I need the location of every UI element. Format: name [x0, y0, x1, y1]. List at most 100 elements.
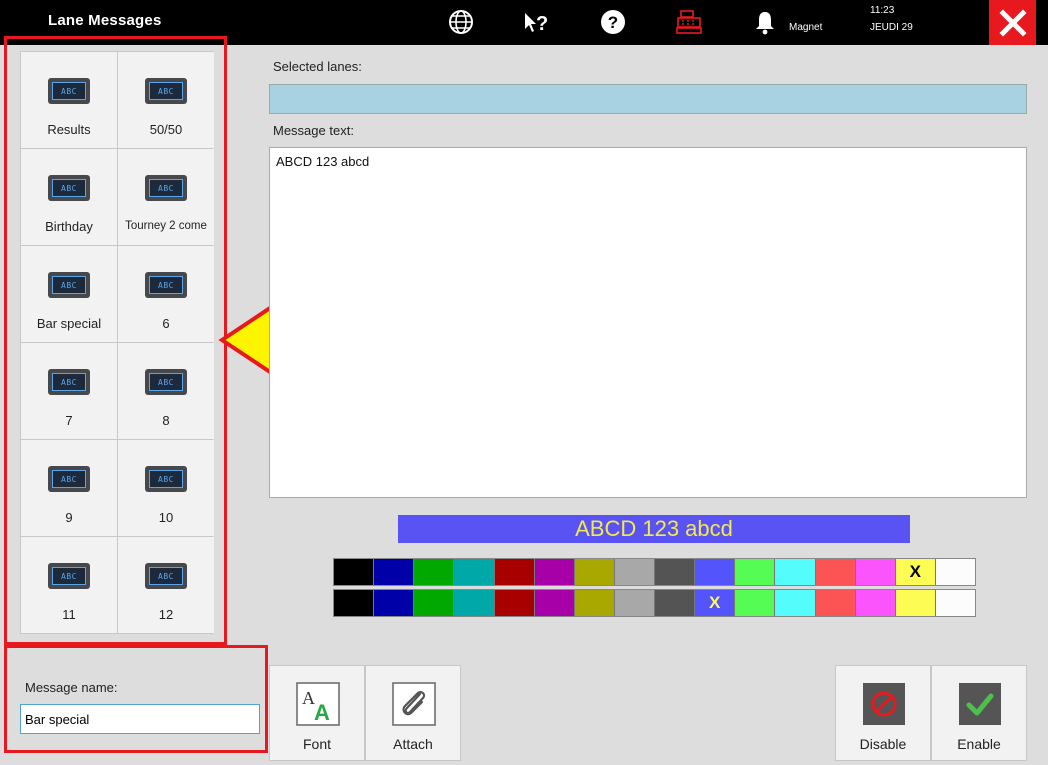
abc-screen-text: ABC	[149, 567, 183, 585]
foreground-color-swatch[interactable]	[574, 559, 615, 585]
background-color-swatch[interactable]	[855, 590, 896, 616]
message-text-label-text: Message text:	[273, 123, 354, 138]
foreground-color-swatch[interactable]	[534, 559, 575, 585]
close-button[interactable]	[989, 0, 1036, 45]
foreground-color-swatch[interactable]	[855, 559, 896, 585]
abc-screen-icon: ABC	[48, 369, 90, 395]
clock-date: JEUDI 29	[870, 22, 913, 33]
help-icon[interactable]: ?	[599, 8, 627, 36]
foreground-color-swatch[interactable]	[735, 559, 776, 585]
top-bar: Lane Messages ? ? Magnet 11:23 JEUDI 29	[0, 0, 1048, 45]
message-name-input[interactable]	[20, 704, 260, 734]
abc-screen-text: ABC	[52, 276, 86, 294]
message-tile-label: 7	[65, 413, 73, 428]
close-icon	[998, 8, 1027, 37]
background-color-swatch[interactable]	[935, 590, 975, 616]
background-color-swatch[interactable]	[374, 590, 415, 616]
bell-icon[interactable]	[751, 8, 779, 36]
background-color-swatch[interactable]	[334, 590, 375, 616]
background-color-swatch[interactable]	[735, 590, 776, 616]
foreground-color-swatch[interactable]	[815, 559, 856, 585]
message-name-label: Message name:	[25, 680, 118, 695]
foreground-color-swatch[interactable]	[334, 559, 375, 585]
background-color-swatch[interactable]	[815, 590, 856, 616]
message-text-input[interactable]: ABCD 123 abcd	[269, 147, 1027, 498]
message-tile[interactable]: ABC 6	[118, 246, 214, 342]
enable-button[interactable]: Enable	[931, 665, 1027, 761]
foreground-color-swatch[interactable]	[695, 559, 736, 585]
foreground-color-swatch[interactable]	[655, 559, 696, 585]
background-color-swatch[interactable]	[895, 590, 936, 616]
message-tile-label: Results	[47, 122, 91, 137]
message-tile-label: 8	[162, 413, 170, 428]
attach-button-label: Attach	[393, 736, 433, 752]
help-query-icon[interactable]: ?	[522, 8, 550, 36]
message-tile[interactable]: ABC Results	[21, 52, 117, 148]
foreground-color-swatch[interactable]: X	[895, 559, 936, 585]
font-button[interactable]: A A Font	[269, 665, 365, 761]
foreground-color-swatch[interactable]	[414, 559, 455, 585]
abc-screen-icon: ABC	[145, 466, 187, 492]
background-color-swatch[interactable]	[574, 590, 615, 616]
message-tile-label: 10	[158, 510, 174, 525]
background-color-swatch[interactable]	[414, 590, 455, 616]
background-color-swatch[interactable]	[775, 590, 816, 616]
abc-screen-text: ABC	[149, 82, 183, 100]
message-tile[interactable]: ABC Bar special	[21, 246, 117, 342]
message-tile[interactable]: ABC 50/50	[118, 52, 214, 148]
message-tile-label: 6	[162, 316, 170, 331]
message-tile[interactable]: ABC 10	[118, 440, 214, 536]
message-tile-label: 9	[65, 510, 73, 525]
selected-color-marker: X	[909, 562, 921, 581]
background-color-swatch[interactable]	[494, 590, 535, 616]
background-color-swatch[interactable]	[614, 590, 655, 616]
disable-button[interactable]: Disable	[835, 665, 931, 761]
svg-text:A: A	[314, 700, 330, 725]
message-tile[interactable]: ABC 9	[21, 440, 117, 536]
selected-lanes-field[interactable]	[269, 84, 1027, 114]
abc-screen-icon: ABC	[48, 272, 90, 298]
foreground-color-swatch[interactable]	[374, 559, 415, 585]
abc-screen-icon: ABC	[48, 563, 90, 589]
message-tile-label: Tourney 2 come	[125, 220, 207, 232]
abc-screen-text: ABC	[149, 373, 183, 391]
message-tile[interactable]: ABC Tourney 2 come	[118, 149, 214, 245]
foreground-color-swatch[interactable]	[614, 559, 655, 585]
foreground-color-swatch[interactable]	[494, 559, 535, 585]
abc-screen-icon: ABC	[145, 272, 187, 298]
background-color-swatch[interactable]	[534, 590, 575, 616]
background-color-swatch[interactable]	[454, 590, 495, 616]
message-tile-label: Birthday	[45, 219, 93, 234]
message-tile[interactable]: ABC 8	[118, 343, 214, 439]
abc-screen-icon: ABC	[48, 78, 90, 104]
paperclip-icon	[392, 682, 436, 726]
abc-screen-text: ABC	[52, 470, 86, 488]
abc-screen-text: ABC	[52, 373, 86, 391]
background-color-swatch[interactable]	[655, 590, 696, 616]
message-tile[interactable]: ABC Birthday	[21, 149, 117, 245]
background-color-swatch[interactable]: X	[695, 590, 736, 616]
globe-icon[interactable]	[447, 8, 475, 36]
font-icon: A A	[296, 682, 340, 726]
font-button-label: Font	[302, 736, 331, 752]
message-tile-label: 50/50	[149, 122, 183, 137]
message-tile[interactable]: ABC 7	[21, 343, 117, 439]
selected-color-marker: X	[709, 593, 721, 612]
message-tile-label: 11	[62, 607, 76, 622]
abc-screen-text: ABC	[149, 276, 183, 294]
foreground-color-swatch[interactable]	[775, 559, 816, 585]
message-tile[interactable]: ABC 11	[21, 537, 117, 633]
cash-register-icon[interactable]	[675, 8, 703, 36]
window-title: Lane Messages	[48, 12, 162, 29]
attach-button[interactable]: Attach	[365, 665, 461, 761]
abc-screen-text: ABC	[149, 179, 183, 197]
message-tile[interactable]: ABC 12	[118, 537, 214, 633]
foreground-color-swatch[interactable]	[454, 559, 495, 585]
abc-screen-icon: ABC	[145, 175, 187, 201]
foreground-color-swatch[interactable]	[935, 559, 975, 585]
selected-lanes-label: Selected lanes:	[273, 59, 362, 74]
clock-time: 11:23	[870, 5, 895, 16]
annotation-box-name	[4, 645, 268, 753]
foreground-color-palette: X	[333, 558, 976, 586]
abc-screen-icon: ABC	[48, 175, 90, 201]
